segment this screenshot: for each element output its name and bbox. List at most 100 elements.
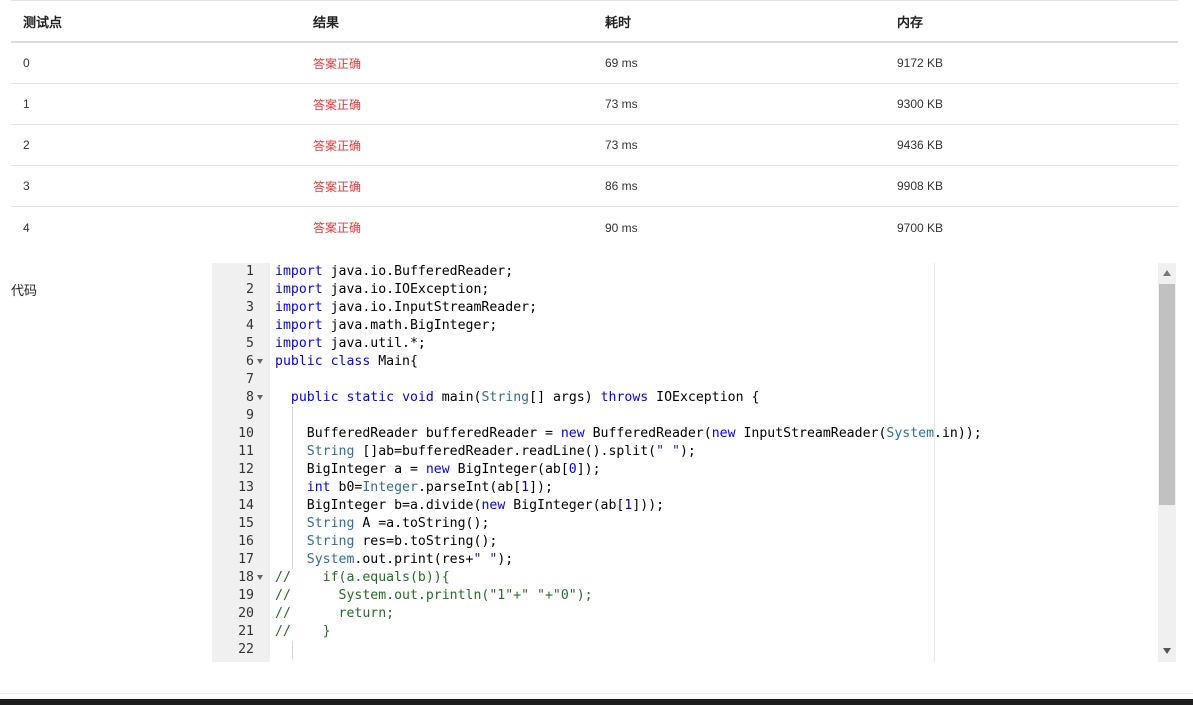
scrollbar-thumb[interactable] [1159,284,1175,505]
code-line[interactable]: 21 // } [212,623,1158,641]
line-number: 2 [246,282,254,297]
code-line[interactable]: 4 import java.math.BigInteger; [212,317,1158,335]
line-number: 8 [246,390,254,405]
time-value: 73 ms [605,138,638,152]
result-status: 答案正确 [313,138,362,153]
table-header-row: 测试点 结果 耗时 内存 [11,0,1178,43]
code-text: String res=b.toString(); [306,534,498,549]
line-number: 13 [238,480,254,495]
code-line[interactable]: 22 [212,641,1158,659]
test-point-id: 2 [23,138,30,152]
line-number: 10 [238,426,254,441]
time-value: 90 ms [605,220,638,235]
line-number: 14 [238,498,254,513]
line-number: 7 [246,372,254,387]
table-row: 3 答案正确 86 ms 9908 KB [11,166,1178,207]
code-section-label: 代码 [11,283,38,298]
code-line[interactable]: 9 [212,407,1158,425]
line-number: 9 [246,408,254,423]
code-text: import java.io.IOException; [275,282,490,297]
code-lines[interactable]: 1 import java.io.BufferedReader; 2 import j… [212,263,1158,659]
code-line[interactable]: 11 String []ab=bufferedReader.readLine()… [212,443,1158,461]
header-test-point: 测试点 [23,14,63,30]
fold-arrow-icon[interactable] [257,395,263,400]
code-text: BufferedReader bufferedReader = new Buff… [275,426,982,441]
scroll-down-arrow-icon[interactable] [1163,648,1171,654]
table-row: 4 答案正确 90 ms 9700 KB [11,207,1178,248]
scroll-up-arrow-icon[interactable] [1163,270,1171,276]
code-line[interactable]: 12 BigInteger a = new BigInteger(ab[0]); [212,461,1158,479]
code-text: import java.io.BufferedReader; [275,264,514,279]
code-text: import java.io.InputStreamReader; [275,300,538,315]
header-time: 耗时 [605,14,632,30]
code-line[interactable]: 18 // if(a.equals(b)){ [212,569,1158,587]
test-point-id: 1 [23,97,30,111]
line-number: 16 [238,534,254,549]
line-number: 6 [246,354,254,369]
table-row: 2 答案正确 73 ms 9436 KB [11,125,1178,166]
code-text: // } [275,624,331,639]
memory-value: 9700 KB [897,220,944,235]
code-editor[interactable]: 1 import java.io.BufferedReader; 2 import j… [212,263,1176,662]
vertical-scrollbar[interactable] [1158,263,1176,662]
code-line[interactable]: 6 public class Main{ [212,353,1158,371]
result-status: 答案正确 [313,97,362,112]
code-text: System.out.print(res+" "); [306,552,514,567]
test-point-id: 3 [23,179,30,193]
page-divider [0,693,1193,694]
line-number: 18 [238,570,254,585]
code-line[interactable]: 3 import java.io.InputStreamReader; [212,299,1158,317]
code-line[interactable]: 20 // return; [212,605,1158,623]
fold-arrow-icon[interactable] [257,575,263,580]
code-line[interactable]: 10 BufferedReader bufferedReader = new B… [212,425,1158,443]
memory-value: 9908 KB [897,179,944,193]
fold-arrow-icon[interactable] [257,359,263,364]
indent-guide [292,641,293,659]
line-number: 11 [238,444,254,459]
code-line[interactable]: 8 public static void main(String[] args)… [212,389,1158,407]
line-number: 20 [238,606,254,621]
code-text: BigInteger b=a.divide(new BigInteger(ab[… [275,498,665,513]
line-number: 1 [246,264,254,279]
memory-value: 9436 KB [897,138,944,152]
table-row: 0 答案正确 69 ms 9172 KB [11,43,1178,84]
memory-value: 9300 KB [897,97,944,111]
memory-value: 9172 KB [897,56,944,70]
code-text: int b0=Integer.parseInt(ab[1]); [306,480,553,495]
header-memory: 内存 [897,14,924,30]
test-point-id: 0 [23,56,30,70]
time-value: 86 ms [605,179,638,193]
code-line[interactable]: 5 import java.util.*; [212,335,1158,353]
code-text: // System.out.println("1"+" "+"0"); [275,588,593,603]
line-number: 4 [246,318,254,333]
result-status: 答案正确 [313,221,362,235]
line-number: 19 [238,588,254,603]
code-text: String []ab=bufferedReader.readLine().sp… [306,444,696,459]
code-line[interactable]: 7 [212,371,1158,389]
result-status: 答案正确 [313,56,362,71]
code-text: import java.math.BigInteger; [275,318,498,333]
code-line[interactable]: 14 BigInteger b=a.divide(new BigInteger(… [212,497,1158,515]
line-number: 22 [238,642,254,657]
indent-guide [292,407,293,425]
code-line[interactable]: 16 String res=b.toString(); [212,533,1158,551]
result-status: 答案正确 [313,179,362,194]
line-number: 12 [238,462,254,477]
code-line[interactable]: 19 // System.out.println("1"+" "+"0"); [212,587,1158,605]
line-number: 21 [238,624,254,639]
code-text: public class Main{ [275,354,418,369]
line-number: 3 [246,300,254,315]
code-line[interactable]: 15 String A =a.toString(); [212,515,1158,533]
code-line[interactable]: 2 import java.io.IOException; [212,281,1158,299]
code-text: String A =a.toString(); [306,516,490,531]
code-line[interactable]: 13 int b0=Integer.parseInt(ab[1]); [212,479,1158,497]
code-text: public static void main(String[] args) t… [290,390,760,405]
code-line[interactable]: 1 import java.io.BufferedReader; [212,263,1158,281]
line-number: 15 [238,516,254,531]
header-result: 结果 [313,14,340,30]
line-number: 5 [246,336,254,351]
code-text: import java.util.*; [275,336,426,351]
code-text: // return; [275,606,395,621]
code-line[interactable]: 17 System.out.print(res+" "); [212,551,1158,569]
test-point-id: 4 [23,220,30,235]
